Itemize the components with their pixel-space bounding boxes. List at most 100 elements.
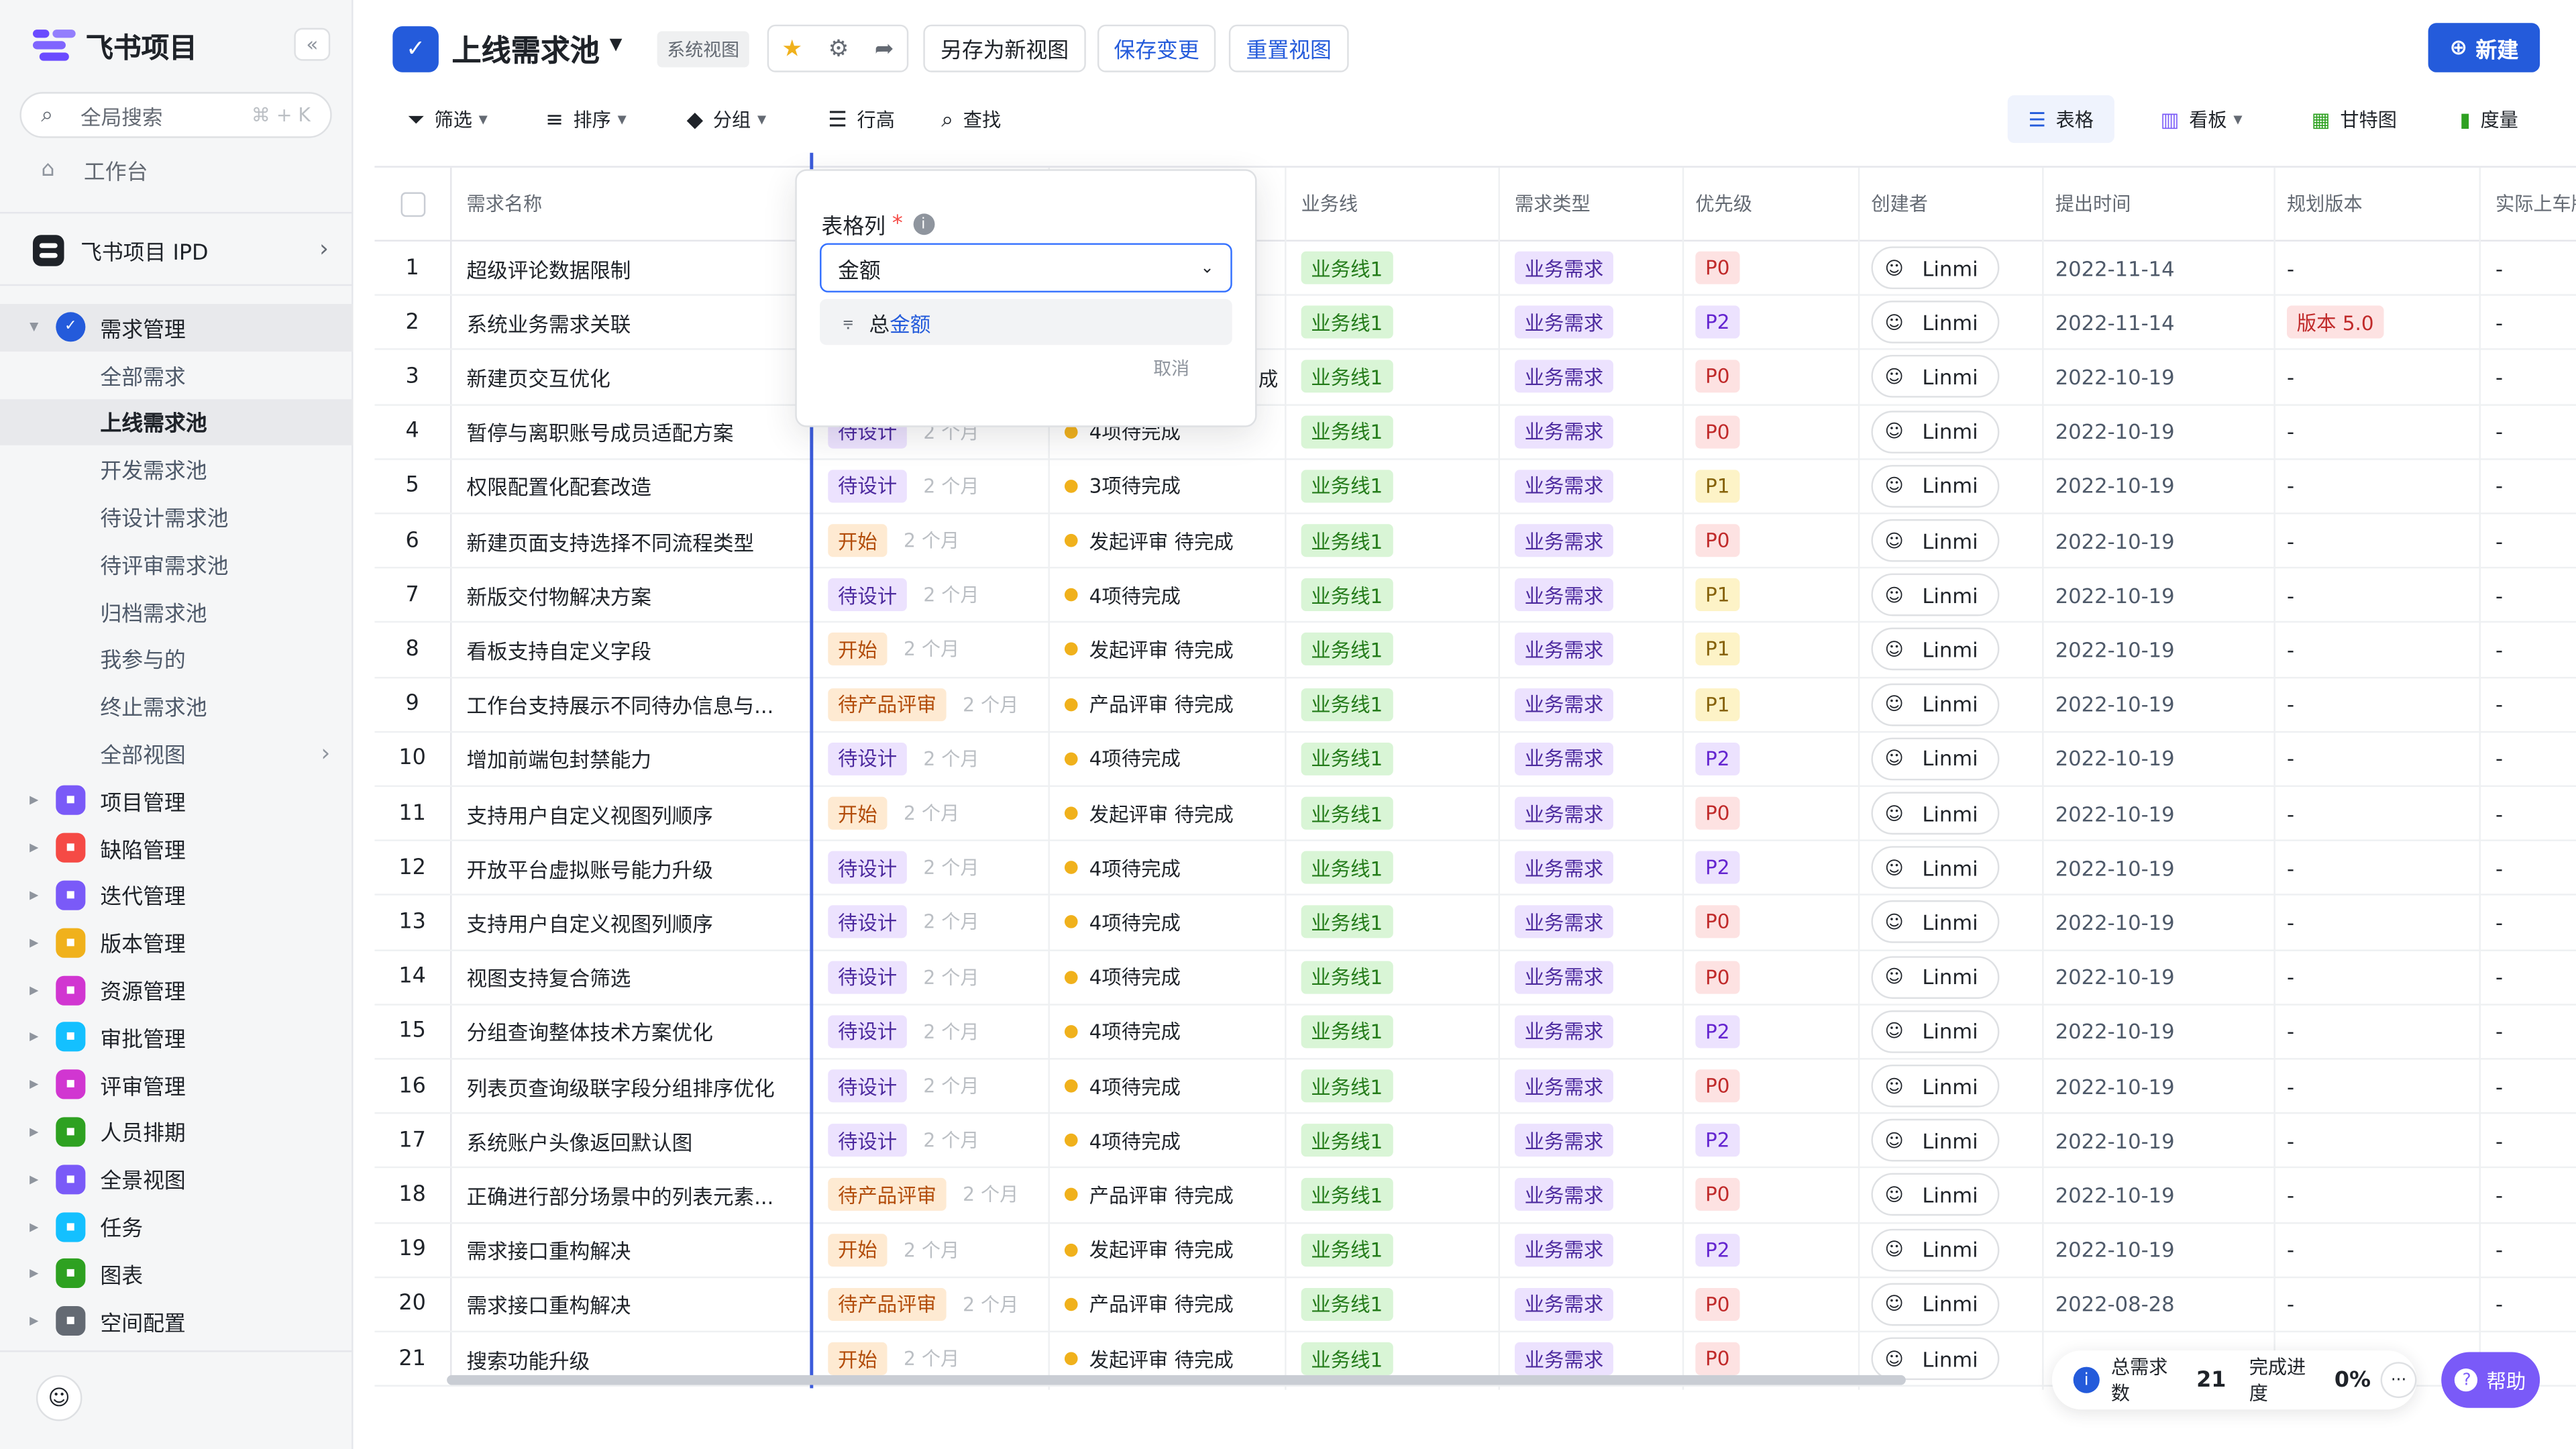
type-cell[interactable]: 业务需求 xyxy=(1498,351,1682,404)
col-header-date[interactable]: 提出时间 xyxy=(2042,168,2273,240)
group-button[interactable]: ◆ 分组 ▼ xyxy=(687,103,767,136)
requirement-name[interactable]: 新建页交互优化 xyxy=(450,350,810,404)
table-row[interactable]: 10 增加前端包封禁能力 待设计 2 个月 4项待完成 业务线1 业务需求 P2 ☺ Linmi 2… xyxy=(374,732,2576,788)
requirement-name[interactable]: 正确进行部分场景中的列表元素... xyxy=(450,1169,810,1222)
status-cell[interactable]: 待设计 2 个月 xyxy=(812,1060,1049,1113)
table-row[interactable]: 20 需求接口重构解决 待产品评审 2 个月 产品评审 待完成 业务线1 业务需求 P0 ☺ Li… xyxy=(374,1277,2576,1333)
business-line-cell[interactable]: 业务线1 xyxy=(1285,787,1498,840)
creator-cell[interactable]: ☺ Linmi xyxy=(1858,733,2042,786)
creator-cell[interactable]: ☺ Linmi xyxy=(1858,623,2042,676)
actual-version-cell[interactable]: - xyxy=(2479,1114,2576,1167)
date-cell[interactable]: 2022-11-14 xyxy=(2042,241,2273,294)
date-cell[interactable]: 2022-10-19 xyxy=(2042,569,2273,622)
planned-version-cell[interactable]: - xyxy=(2273,1224,2479,1277)
menu-sub-archive-pool[interactable]: 归档需求池 xyxy=(0,588,354,635)
creator-cell[interactable]: ☺ Linmi xyxy=(1858,1005,2042,1058)
business-line-cell[interactable]: 业务线1 xyxy=(1285,569,1498,622)
priority-cell[interactable]: P1 xyxy=(1682,460,1858,513)
project-switcher[interactable]: 飞书项目 IPD › xyxy=(32,231,329,268)
col-header-creator[interactable]: 创建者 xyxy=(1858,168,2042,240)
requirement-name[interactable]: 分组查询整体技术方案优化 xyxy=(450,1005,810,1059)
type-cell[interactable]: 业务需求 xyxy=(1498,405,1682,458)
table-row[interactable]: 16 列表页查询级联字段分组排序优化 待设计 2 个月 4项待完成 业务线1 业务需求 P0 ☺… xyxy=(374,1059,2576,1114)
actual-version-cell[interactable]: - xyxy=(2479,733,2576,786)
cancel-button[interactable]: 取消 xyxy=(1153,355,1189,381)
planned-version-cell[interactable]: 版本 5.0 xyxy=(2273,296,2479,349)
actual-version-cell[interactable]: - xyxy=(2479,405,2576,458)
date-cell[interactable]: 2022-10-19 xyxy=(2042,841,2273,894)
date-cell[interactable]: 2022-10-19 xyxy=(2042,787,2273,840)
business-line-cell[interactable]: 业务线1 xyxy=(1285,241,1498,294)
business-line-cell[interactable]: 业务线1 xyxy=(1285,405,1498,458)
menu-sub-all-views[interactable]: 全部视图 › xyxy=(0,730,354,777)
date-cell[interactable]: 2022-10-19 xyxy=(2042,515,2273,568)
actual-version-cell[interactable]: - xyxy=(2479,515,2576,568)
creator-cell[interactable]: ☺ Linmi xyxy=(1858,1060,2042,1113)
menu-sub-all[interactable]: 全部需求 xyxy=(0,352,354,399)
more-icon[interactable]: ··· xyxy=(2380,1362,2417,1399)
creator-cell[interactable]: ☺ Linmi xyxy=(1858,896,2042,949)
requirement-name[interactable]: 支持用户自定义视图列顺序 xyxy=(450,896,810,949)
date-cell[interactable]: 2022-08-28 xyxy=(2042,1278,2273,1331)
creator-cell[interactable]: ☺ Linmi xyxy=(1858,296,2042,349)
table-row[interactable]: 14 视图支持复合筛选 待设计 2 个月 4项待完成 业务线1 业务需求 P0 ☺ Linmi 20… xyxy=(374,950,2576,1006)
requirement-name[interactable]: 列表页查询级联字段分组排序优化 xyxy=(450,1059,810,1113)
planned-version-cell[interactable]: - xyxy=(2273,896,2479,949)
progress-cell[interactable]: 产品评审 待完成 xyxy=(1048,678,1285,731)
progress-cell[interactable]: 4项待完成 xyxy=(1048,733,1285,786)
type-cell[interactable]: 业务需求 xyxy=(1498,623,1682,676)
status-cell[interactable]: 开始 2 个月 xyxy=(812,1224,1049,1277)
view-metric-button[interactable]: ▮ 度量 xyxy=(2443,95,2535,143)
requirement-name[interactable]: 增加前端包封禁能力 xyxy=(450,732,810,786)
priority-cell[interactable]: P0 xyxy=(1682,896,1858,949)
priority-cell[interactable]: P1 xyxy=(1682,569,1858,622)
requirement-name[interactable]: 开放平台虚拟账号能力升级 xyxy=(450,841,810,895)
table-row[interactable]: 2 系统业务需求关联 业务线1 业务需求 P2 ☺ Linmi 2022-11-14 版本 5.… xyxy=(374,296,2576,351)
actual-version-cell[interactable]: - xyxy=(2479,1224,2576,1277)
planned-version-cell[interactable]: - xyxy=(2273,678,2479,731)
priority-cell[interactable]: P2 xyxy=(1682,841,1858,894)
save-as-new-view-button[interactable]: 另存为新视图 xyxy=(923,24,1086,72)
row-height-button[interactable]: ☰ 行高 xyxy=(828,103,895,136)
actual-version-cell[interactable]: - xyxy=(2479,1060,2576,1113)
date-cell[interactable]: 2022-10-19 xyxy=(2042,951,2273,1004)
menu-item[interactable]: ▶ ▪ 人员排期 xyxy=(0,1108,354,1156)
priority-cell[interactable]: P0 xyxy=(1682,405,1858,458)
date-cell[interactable]: 2022-10-19 xyxy=(2042,896,2273,949)
priority-cell[interactable]: P1 xyxy=(1682,623,1858,676)
business-line-cell[interactable]: 业务线1 xyxy=(1285,351,1498,404)
progress-cell[interactable]: 产品评审 待完成 xyxy=(1048,1169,1285,1222)
creator-cell[interactable]: ☺ Linmi xyxy=(1858,351,2042,404)
type-cell[interactable]: 业务需求 xyxy=(1498,1060,1682,1113)
col-header-name[interactable]: 需求名称 xyxy=(450,167,810,240)
planned-version-cell[interactable]: - xyxy=(2273,1005,2479,1058)
status-cell[interactable]: 待设计 2 个月 xyxy=(812,896,1049,949)
table-row[interactable]: 13 支持用户自定义视图列顺序 待设计 2 个月 4项待完成 业务线1 业务需求 P0 ☺ Lin… xyxy=(374,896,2576,951)
status-cell[interactable]: 待设计 2 个月 xyxy=(812,1114,1049,1167)
user-avatar[interactable]: ☺ xyxy=(36,1375,83,1421)
share-icon[interactable]: ➦ xyxy=(875,36,894,62)
actual-version-cell[interactable]: - xyxy=(2479,569,2576,622)
collapse-sidebar-button[interactable]: « xyxy=(294,28,331,61)
view-gantt-button[interactable]: ▦ 甘特图 xyxy=(2297,95,2412,143)
actual-version-cell[interactable]: - xyxy=(2479,896,2576,949)
help-button[interactable]: ? 帮助 xyxy=(2441,1352,2540,1408)
status-cell[interactable]: 开始 2 个月 xyxy=(812,515,1049,568)
view-table-button[interactable]: ☰ 表格 xyxy=(2007,95,2114,144)
planned-version-cell[interactable]: - xyxy=(2273,733,2479,786)
progress-cell[interactable]: 4项待完成 xyxy=(1048,569,1285,622)
progress-cell[interactable]: 发起评审 待完成 xyxy=(1048,515,1285,568)
planned-version-cell[interactable]: - xyxy=(2273,1278,2479,1331)
business-line-cell[interactable]: 业务线1 xyxy=(1285,515,1498,568)
horizontal-scrollbar[interactable] xyxy=(447,1375,1906,1385)
priority-cell[interactable]: P2 xyxy=(1682,1114,1858,1167)
table-row[interactable]: 9 工作台支持展示不同待办信息与... 待产品评审 2 个月 产品评审 待完成 业务线1 业… xyxy=(374,678,2576,733)
actual-version-cell[interactable]: - xyxy=(2479,296,2576,349)
requirement-name[interactable]: 新建页面支持选择不同流程类型 xyxy=(450,514,810,568)
menu-item[interactable]: ▶ ▪ 项目管理 xyxy=(0,777,354,824)
creator-cell[interactable]: ☺ Linmi xyxy=(1858,1169,2042,1222)
creator-cell[interactable]: ☺ Linmi xyxy=(1858,1224,2042,1277)
reset-view-button[interactable]: 重置视图 xyxy=(1228,24,1349,72)
date-cell[interactable]: 2022-10-19 xyxy=(2042,1005,2273,1058)
creator-cell[interactable]: ☺ Linmi xyxy=(1858,678,2042,731)
